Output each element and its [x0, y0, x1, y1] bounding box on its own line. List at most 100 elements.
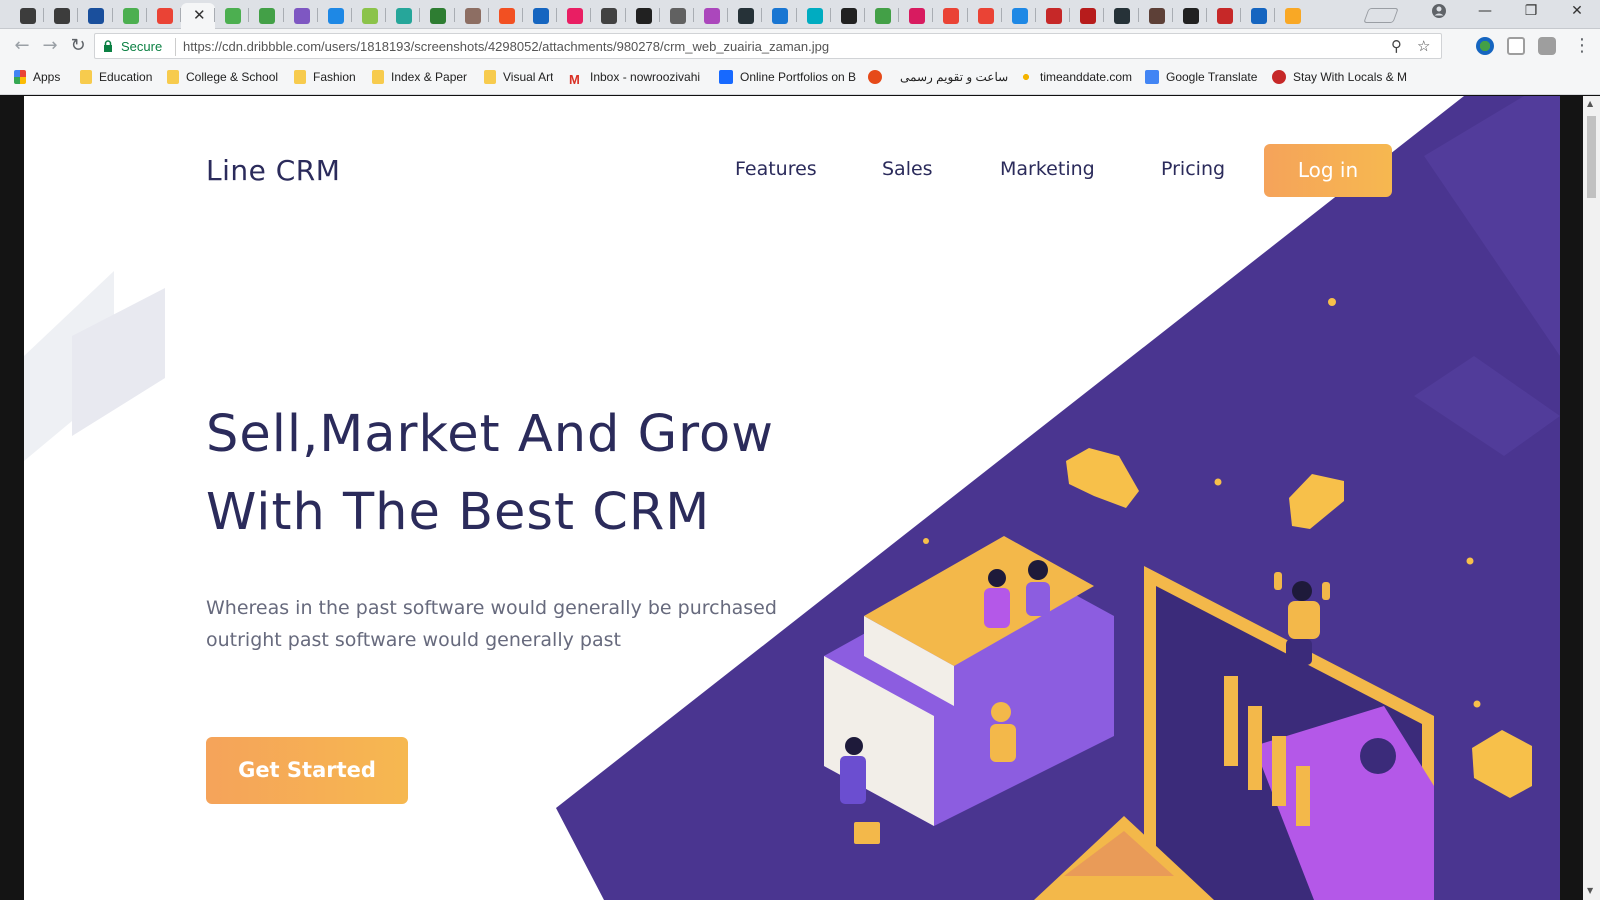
- browser-tab[interactable]: [797, 3, 831, 29]
- hero-subtext: Whereas in the past software would gener…: [206, 592, 806, 656]
- bookmark-t[interactable]: [868, 70, 889, 88]
- browser-tab[interactable]: [660, 3, 694, 29]
- tab-divider: [1103, 8, 1105, 22]
- browser-tab[interactable]: [1070, 3, 1104, 29]
- browser-tab[interactable]: [1173, 3, 1207, 29]
- browser-tab[interactable]: [762, 3, 796, 29]
- nav-sales[interactable]: Sales: [882, 158, 933, 180]
- bookmark-visual-art[interactable]: Visual Art: [484, 70, 553, 88]
- browser-tab[interactable]: [10, 3, 44, 29]
- bookmark-google-translate[interactable]: Google Translate: [1145, 70, 1257, 88]
- menu-app-icon: [20, 8, 36, 24]
- minimize-icon[interactable]: —: [1470, 3, 1500, 19]
- browser-tab[interactable]: [352, 3, 386, 29]
- behance-icon: [719, 70, 733, 84]
- tab-divider: [385, 8, 387, 22]
- browser-tab[interactable]: [284, 3, 318, 29]
- profile-icon[interactable]: [1424, 3, 1454, 23]
- bookmark-college-school[interactable]: College & School: [167, 70, 278, 88]
- browser-tab[interactable]: [626, 3, 660, 29]
- person-head: [991, 702, 1011, 722]
- get-started-button[interactable]: Get Started: [206, 737, 408, 804]
- page-scrollbar[interactable]: ▲ ▼: [1583, 96, 1600, 900]
- bookmark-timeanddate[interactable]: timeanddate.com: [1019, 70, 1132, 88]
- url-text[interactable]: https://cdn.dribbble.com/users/1818193/s…: [183, 39, 829, 54]
- slash-icon: [601, 8, 618, 24]
- browser-tab[interactable]: [591, 3, 625, 29]
- bookmark-behance[interactable]: Online Portfolios on B: [719, 70, 859, 88]
- bookmark-star-icon[interactable]: ☆: [1417, 37, 1430, 55]
- browser-tab[interactable]: [215, 3, 249, 29]
- tab-divider: [1137, 8, 1139, 22]
- nav-features[interactable]: Features: [735, 158, 817, 180]
- browser-tab[interactable]: [694, 3, 728, 29]
- address-bar[interactable]: Secure https://cdn.dribbble.com/users/18…: [94, 33, 1442, 59]
- scroll-down-icon[interactable]: ▼: [1587, 886, 1593, 895]
- browser-tab[interactable]: [1036, 3, 1070, 29]
- browser-tab[interactable]: [455, 3, 489, 29]
- browser-tab[interactable]: [1241, 3, 1275, 29]
- menu-kebab-icon[interactable]: ⋮: [1570, 35, 1594, 57]
- browser-tab[interactable]: [44, 3, 78, 29]
- browser-tab[interactable]: [113, 3, 147, 29]
- browser-tab[interactable]: [489, 3, 523, 29]
- bookmark-label: ساعت و تقویم رسمی: [900, 70, 1009, 84]
- extension-globe-icon[interactable]: [1476, 37, 1494, 55]
- scroll-thumb[interactable]: [1587, 116, 1596, 198]
- forward-arrow-icon[interactable]: →: [38, 35, 62, 57]
- bookmark-persian-calendar[interactable]: ساعت و تقویم رسمی: [900, 70, 1008, 88]
- browser-tab[interactable]: [557, 3, 591, 29]
- landing-page: Line CRM Features Sales Marketing Pricin…: [24, 96, 1560, 900]
- browser-tab[interactable]: [318, 3, 352, 29]
- bookmark-apps[interactable]: Apps: [14, 70, 60, 88]
- browser-tab[interactable]: [147, 3, 181, 29]
- bookmark-label: timeanddate.com: [1040, 70, 1133, 84]
- close-tab-icon[interactable]: ✕: [193, 6, 206, 24]
- browser-tab[interactable]: [249, 3, 283, 29]
- back-arrow-icon[interactable]: ←: [10, 35, 34, 57]
- browser-tab[interactable]: [1275, 3, 1309, 29]
- bookmark-gmail-inbox[interactable]: M Inbox - nowroozivahi: [569, 70, 705, 88]
- browser-tab[interactable]: [1002, 3, 1036, 29]
- nav-pricing[interactable]: Pricing: [1161, 158, 1225, 180]
- hero-subtext-line: outright past software would generally p…: [206, 629, 621, 651]
- tab-divider: [487, 8, 489, 22]
- browser-tab[interactable]: [78, 3, 112, 29]
- hero-headline-line: Sell,Market And Grow: [206, 405, 774, 464]
- bookmark-index-paper[interactable]: Index & Paper: [372, 70, 467, 88]
- login-button[interactable]: Log in: [1264, 144, 1392, 197]
- avatar-icon: [464, 8, 481, 24]
- browser-tab[interactable]: [865, 3, 899, 29]
- reload-icon[interactable]: ↻: [66, 35, 90, 57]
- browser-tab[interactable]: [420, 3, 454, 29]
- browser-tab[interactable]: ✕: [181, 3, 215, 29]
- bookmark-stay-with-locals[interactable]: Stay With Locals & M: [1272, 70, 1410, 88]
- nav-marketing[interactable]: Marketing: [1000, 158, 1095, 180]
- close-window-icon[interactable]: ✕: [1562, 3, 1592, 19]
- person-head: [845, 737, 863, 755]
- bookmark-fashion[interactable]: Fashion: [294, 70, 356, 88]
- browser-tab[interactable]: [728, 3, 762, 29]
- browser-tab[interactable]: [968, 3, 1002, 29]
- extension-tray-icon[interactable]: [1507, 37, 1525, 55]
- browser-tab[interactable]: [1139, 3, 1173, 29]
- browser-tab[interactable]: [831, 3, 865, 29]
- browser-tab[interactable]: [523, 3, 557, 29]
- restore-icon[interactable]: ❐: [1516, 3, 1546, 19]
- zoom-search-icon[interactable]: ⚲: [1391, 37, 1402, 55]
- tab-divider: [1240, 8, 1242, 22]
- tree-icon: [430, 8, 447, 24]
- brand-logo-text[interactable]: Line CRM: [206, 154, 340, 187]
- tab-divider: [111, 8, 113, 22]
- new-tab-button[interactable]: [1363, 8, 1399, 23]
- camera-icon[interactable]: [1538, 37, 1556, 55]
- browser-tab[interactable]: [1104, 3, 1138, 29]
- bookmark-education[interactable]: Education: [80, 70, 152, 88]
- folder-icon: [294, 70, 306, 84]
- browser-tab[interactable]: [1207, 3, 1241, 29]
- scroll-up-icon[interactable]: ▲: [1587, 99, 1593, 108]
- menu-app-icon: [54, 8, 71, 24]
- browser-tab[interactable]: [933, 3, 967, 29]
- browser-tab[interactable]: [899, 3, 933, 29]
- browser-tab[interactable]: [386, 3, 420, 29]
